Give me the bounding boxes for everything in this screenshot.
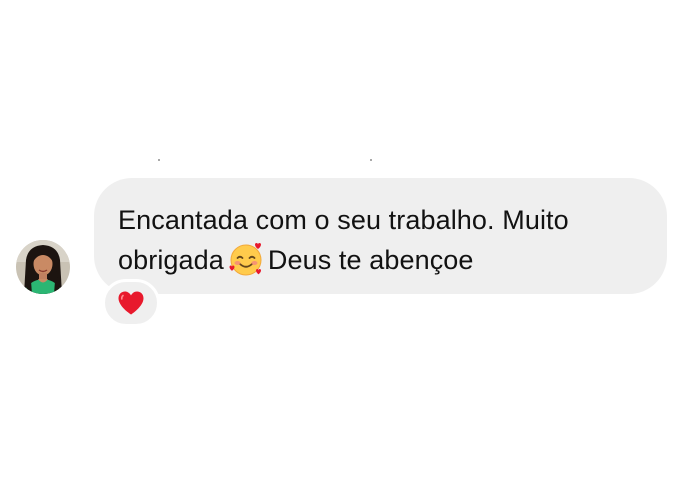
red-heart-icon (118, 291, 144, 315)
clipped-previous-message (0, 158, 700, 162)
clipped-mark (158, 159, 160, 161)
message-line-1: Encantada com o seu trabalho. Muito (118, 205, 569, 235)
profile-photo (16, 240, 70, 294)
message-line-2-start: obrigada (118, 245, 224, 275)
clipped-mark (370, 159, 372, 161)
smiling-face-with-hearts-icon (228, 241, 264, 277)
message-text: Encantada com o seu trabalho. Muito obrig… (118, 200, 643, 280)
reaction-badge[interactable] (102, 279, 160, 327)
message-bubble[interactable]: Encantada com o seu trabalho. Muito obrig… (94, 178, 667, 294)
chat-thread: Encantada com o seu trabalho. Muito obrig… (0, 0, 700, 500)
avatar[interactable] (16, 240, 70, 294)
message-line-2-end: Deus te abençoe (267, 245, 474, 275)
